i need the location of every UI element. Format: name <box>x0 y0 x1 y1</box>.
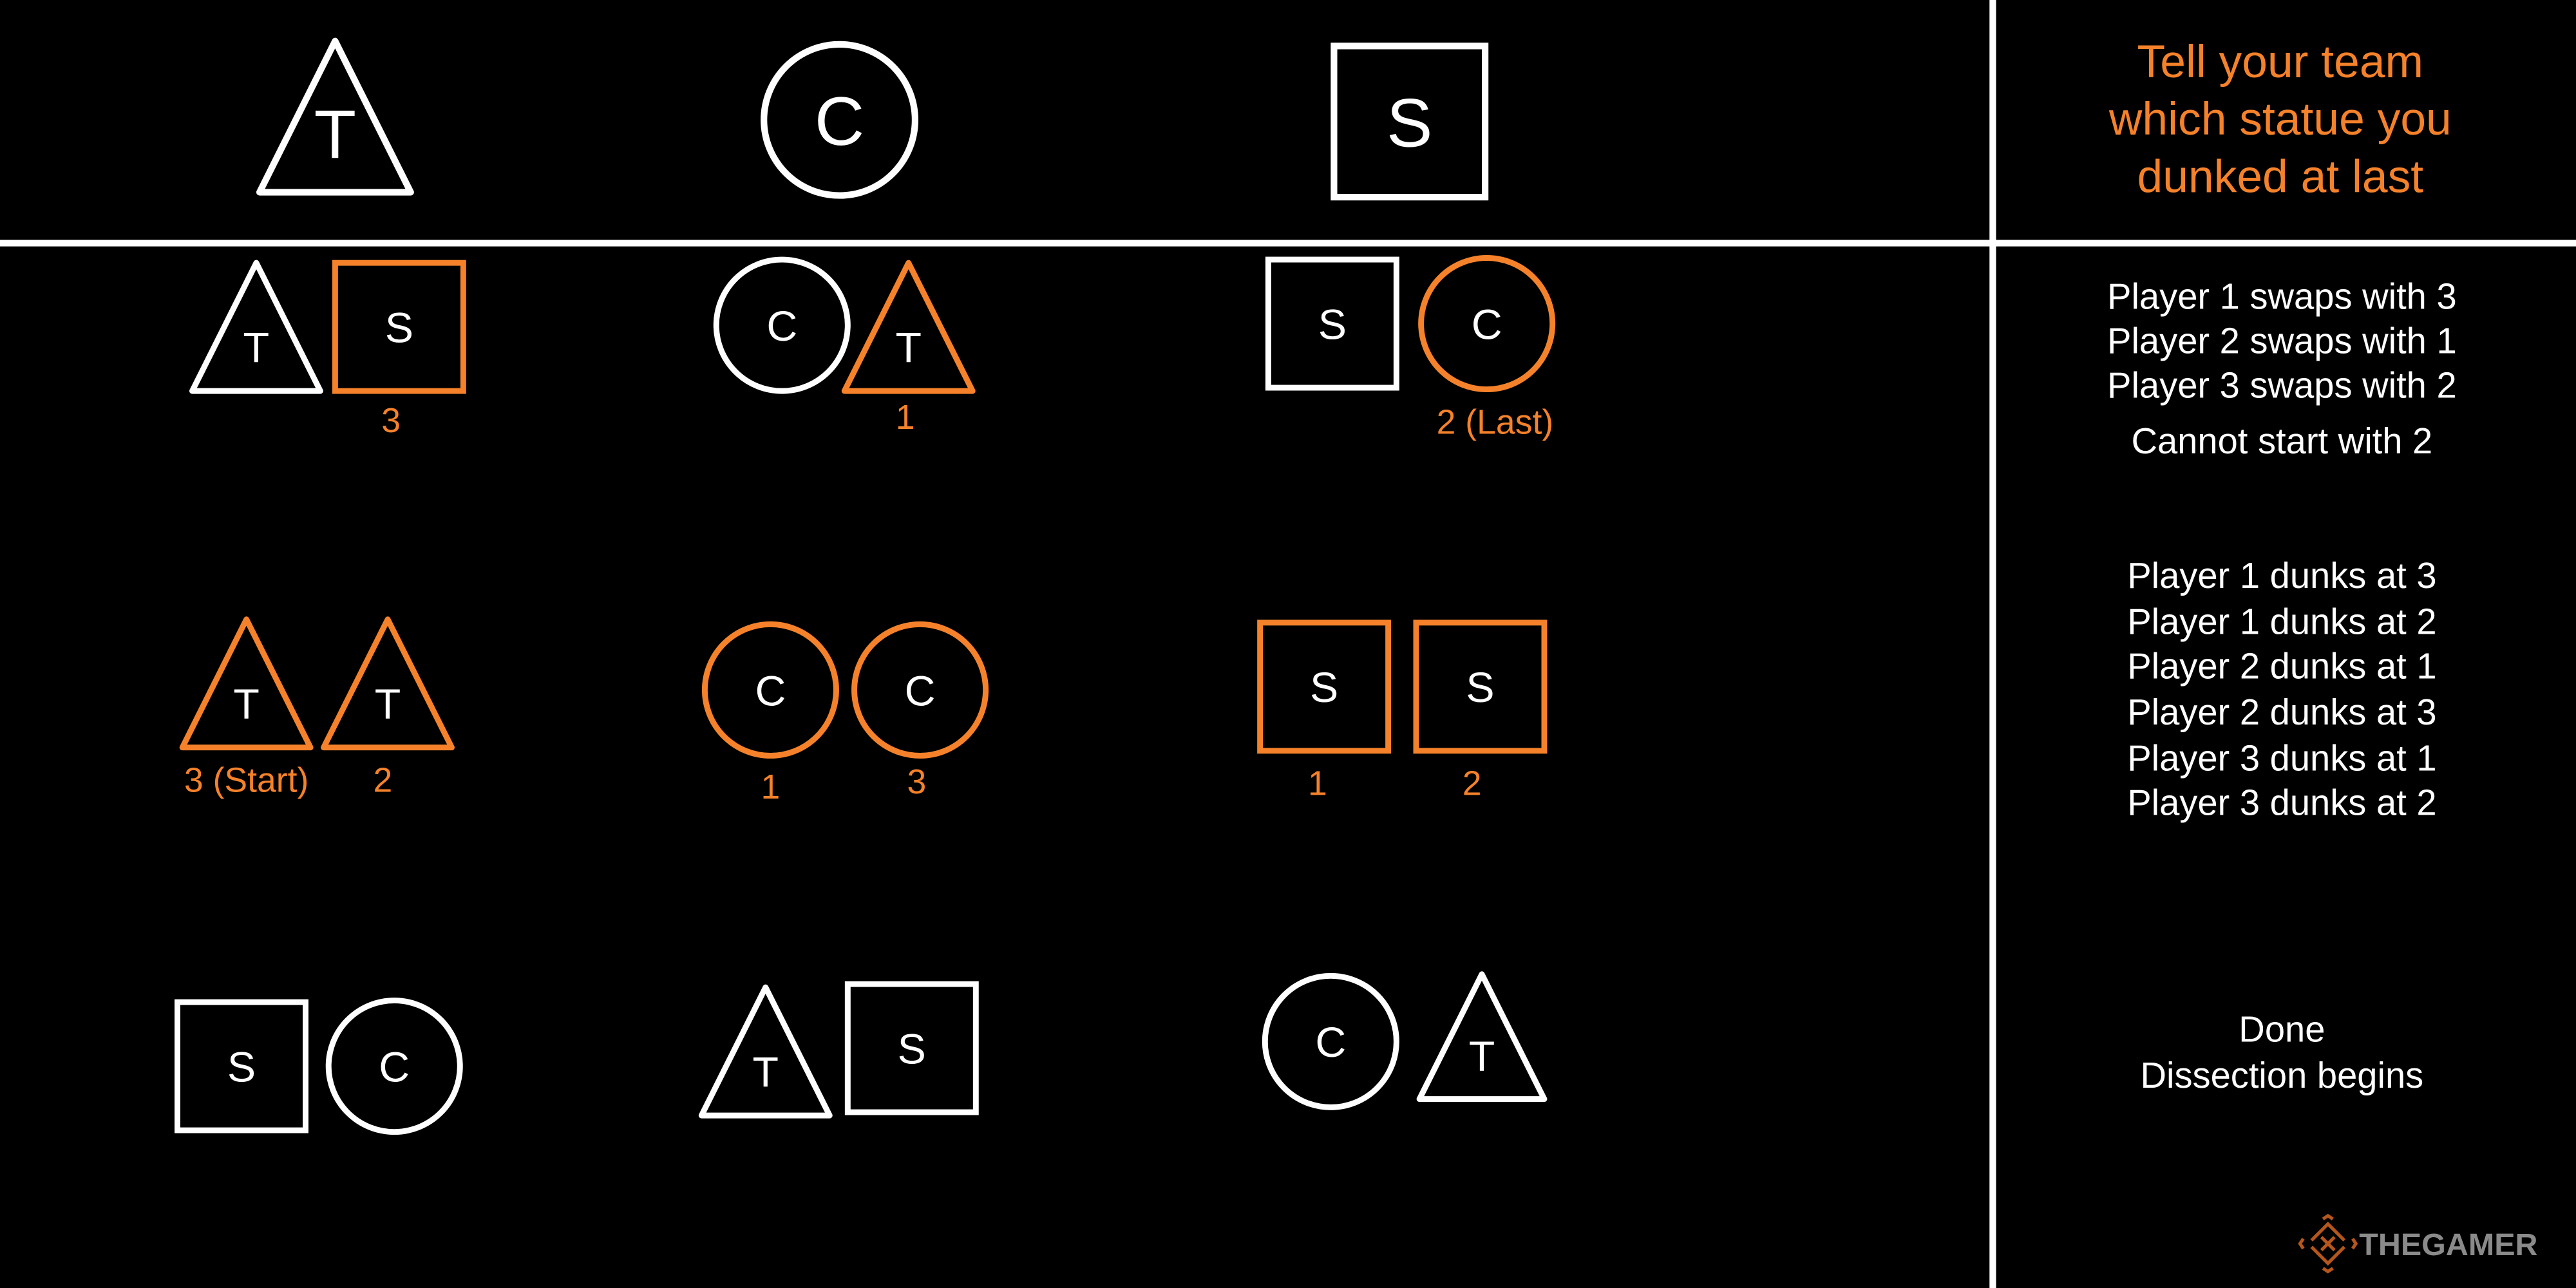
dunk-order-label: 3 <box>907 763 927 801</box>
note-line: Done <box>2239 1009 2325 1049</box>
statue-letter: S <box>385 305 413 352</box>
note-line: Player 3 dunks at 2 <box>2127 782 2436 822</box>
statue-letter: T <box>233 681 260 728</box>
statue-letter: C <box>1472 301 1502 348</box>
note-line: Player 1 dunks at 2 <box>2127 601 2436 642</box>
note-line: Player 3 dunks at 1 <box>2127 737 2436 778</box>
dunk-order-label: 1 <box>896 399 915 437</box>
statue-letter: T <box>243 324 270 372</box>
watermark-text: THEGAMER <box>2359 1227 2537 1262</box>
note-line: Player 3 swaps with 2 <box>2107 365 2457 405</box>
statue-letter: C <box>815 82 864 160</box>
note-line: Player 2 swaps with 1 <box>2107 320 2457 361</box>
dunk-order-label: 3 <box>381 402 401 440</box>
statue-letter: S <box>1310 664 1338 712</box>
note-line: Cannot start with 2 <box>2131 421 2432 461</box>
dunk-order-label: 1 <box>1308 765 1327 803</box>
instruction-line: dunked at last <box>2137 151 2424 202</box>
note-line: Player 2 dunks at 1 <box>2127 646 2436 687</box>
dunk-order-label: 2 <box>373 762 392 800</box>
note-line: Player 1 dunks at 3 <box>2127 555 2436 596</box>
statue-diagram: T C S T S 3 C T 1 S C 2 (Last) T 3 (Start) T 2 C 1 C 3 S 1 S 2 S… <box>0 0 2576 1288</box>
dunk-order-label: 3 (Start) <box>184 762 308 800</box>
dunk-order-label: 1 <box>761 768 781 806</box>
note-line: Player 1 swaps with 3 <box>2107 276 2457 317</box>
statue-letter: T <box>1469 1033 1495 1081</box>
statue-letter: S <box>1318 301 1347 348</box>
statue-letter: S <box>1466 664 1494 712</box>
instruction-line: which statue you <box>2108 93 2452 145</box>
statue-letter: T <box>314 96 356 173</box>
statue-letter: S <box>898 1025 926 1073</box>
statue-letter: C <box>905 667 936 715</box>
instruction-line: Tell your team <box>2137 36 2423 88</box>
statue-letter: T <box>753 1048 779 1096</box>
statue-letter: C <box>755 667 786 715</box>
statue-letter: S <box>1387 84 1432 161</box>
note-line: Dissection begins <box>2140 1055 2423 1095</box>
note-line: Player 2 dunks at 3 <box>2127 692 2436 732</box>
statue-letter: T <box>895 324 922 372</box>
statue-letter: S <box>227 1043 256 1091</box>
dunk-order-label: 2 <box>1463 765 1482 803</box>
statue-letter: T <box>375 681 401 728</box>
statue-letter: C <box>379 1043 410 1091</box>
statue-letter: C <box>766 303 797 350</box>
dunk-order-label: 2 (Last) <box>1437 403 1554 441</box>
statue-letter: C <box>1315 1019 1346 1066</box>
